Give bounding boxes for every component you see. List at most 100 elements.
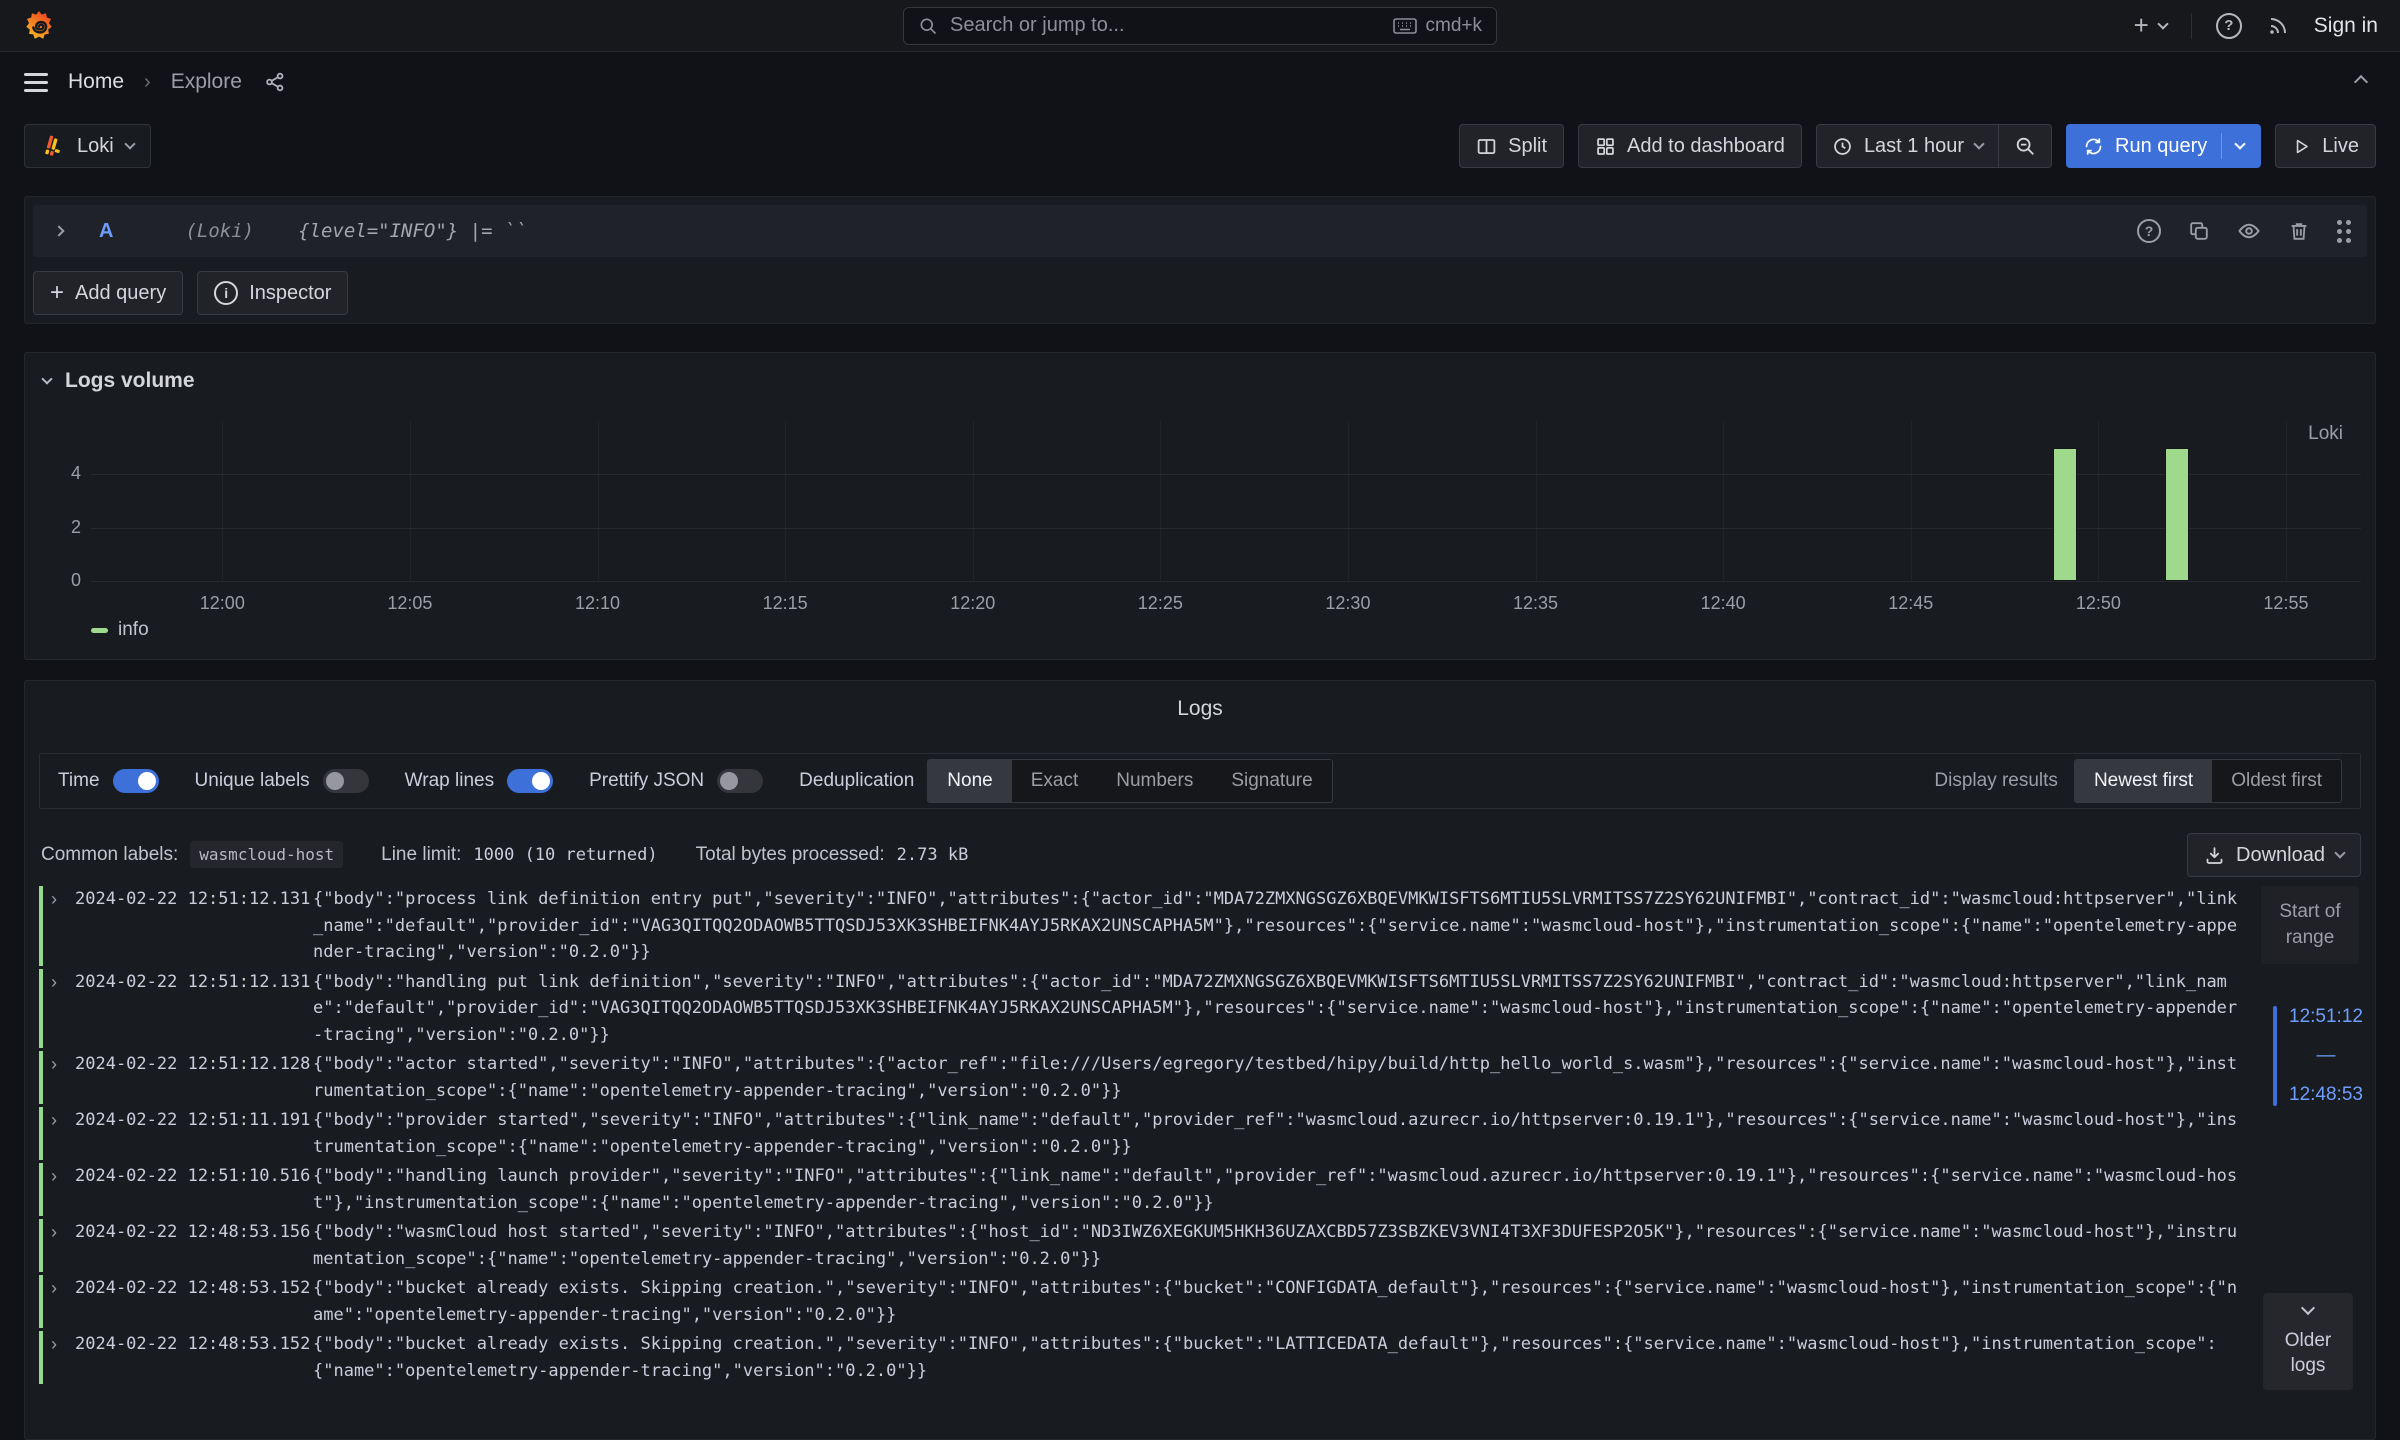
expand-log-row-icon[interactable]: › xyxy=(51,1163,75,1216)
add-to-dashboard-button[interactable]: Add to dashboard xyxy=(1578,124,1802,168)
sign-in-button[interactable]: Sign in xyxy=(2314,14,2378,38)
volume-bar xyxy=(2053,448,2077,581)
dedup-option-signature[interactable]: Signature xyxy=(1212,760,1331,802)
log-row[interactable]: ›2024-02-22 12:48:53.152{"body":"bucket … xyxy=(39,1331,2245,1384)
x-gridline xyxy=(1160,421,1161,581)
search-placeholder: Search or jump to... xyxy=(950,14,1381,37)
play-icon xyxy=(2292,137,2311,156)
total-bytes-value: 2.73 kB xyxy=(897,845,969,865)
zoom-out-time-button[interactable] xyxy=(1998,125,2051,167)
start-of-range-label: Start of range xyxy=(2261,886,2359,964)
sync-icon xyxy=(2083,136,2104,157)
prettify-json-toggle[interactable] xyxy=(717,769,763,793)
expand-log-row-icon[interactable]: › xyxy=(51,969,75,1049)
time-range-picker[interactable]: Last 1 hour xyxy=(1817,125,1998,167)
remove-query-icon[interactable] xyxy=(2288,220,2310,242)
download-icon xyxy=(2204,845,2225,866)
display-results-group: Display results Newest first Oldest firs… xyxy=(1934,759,2342,803)
time-toggle[interactable] xyxy=(113,769,159,793)
log-timestamp: 2024-02-22 12:51:12.131 xyxy=(75,969,313,1049)
common-labels-value: wasmcloud-host xyxy=(190,841,343,868)
legend-item-info[interactable]: info xyxy=(91,619,149,641)
log-timestamp: 2024-02-22 12:51:12.131 xyxy=(75,886,313,966)
x-axis-tick: 12:05 xyxy=(365,593,455,614)
legend-label: info xyxy=(118,619,149,641)
drag-handle-icon[interactable] xyxy=(2337,220,2351,243)
range-to: 12:48:53 xyxy=(2289,1084,2363,1106)
split-button[interactable]: Split xyxy=(1459,124,1564,168)
help-button[interactable]: ? xyxy=(2216,13,2242,39)
log-row[interactable]: ›2024-02-22 12:51:12.131{"body":"handlin… xyxy=(39,969,2245,1049)
log-timestamp: 2024-02-22 12:48:53.152 xyxy=(75,1331,313,1384)
top-nav: Search or jump to... cmd+k + ? Sign in xyxy=(0,0,2400,52)
dedup-option-numbers[interactable]: Numbers xyxy=(1097,760,1212,802)
log-line: {"body":"actor started","severity":"INFO… xyxy=(313,1051,2245,1104)
range-bar xyxy=(2273,1006,2277,1106)
logs-volume-chart: 02412:0012:0512:1012:1512:2012:2512:3012… xyxy=(91,421,2361,581)
breadcrumb-separator-icon: › xyxy=(144,71,151,94)
volume-bar xyxy=(2165,448,2189,581)
query-help-icon[interactable]: ? xyxy=(2137,219,2161,243)
older-logs-button[interactable]: Older logs xyxy=(2263,1293,2353,1390)
total-bytes: Total bytes processed: 2.73 kB xyxy=(696,844,969,866)
log-line: {"body":"provider started","severity":"I… xyxy=(313,1107,2245,1160)
breadcrumb-home[interactable]: Home xyxy=(68,70,124,94)
wrap-lines-toggle[interactable] xyxy=(507,769,553,793)
x-axis-tick: 12:20 xyxy=(928,593,1018,614)
deduplication-group: Deduplication None Exact Numbers Signatu… xyxy=(799,759,1333,803)
log-row[interactable]: ›2024-02-22 12:51:12.131{"body":"process… xyxy=(39,886,2245,966)
x-gridline xyxy=(785,421,786,581)
share-icon[interactable] xyxy=(264,71,286,93)
menu-toggle-button[interactable] xyxy=(24,73,48,92)
expand-query-icon[interactable] xyxy=(55,222,63,240)
time-range-group: Last 1 hour xyxy=(1816,124,2052,168)
toggle-time: Time xyxy=(58,769,159,793)
logs-volume-header[interactable]: Logs volume xyxy=(43,369,195,393)
expand-log-row-icon[interactable]: › xyxy=(51,1331,75,1384)
logs-volume-panel: Logs volume Loki 02412:0012:0512:1012:15… xyxy=(24,352,2376,660)
query-row[interactable]: A (Loki) {level="INFO"} |= `` ? xyxy=(33,205,2367,257)
inspector-button[interactable]: i Inspector xyxy=(197,271,348,315)
x-axis-tick: 12:55 xyxy=(2241,593,2331,614)
chevron-down-icon[interactable] xyxy=(2235,138,2246,149)
datasource-picker[interactable]: Loki xyxy=(24,124,151,168)
grafana-logo[interactable] xyxy=(22,9,56,43)
log-row[interactable]: ›2024-02-22 12:48:53.152{"body":"bucket … xyxy=(39,1275,2245,1328)
expand-log-row-icon[interactable]: › xyxy=(51,1275,75,1328)
log-row[interactable]: ›2024-02-22 12:51:10.516{"body":"handlin… xyxy=(39,1163,2245,1216)
chevron-down-icon xyxy=(2157,18,2168,29)
expand-log-row-icon[interactable]: › xyxy=(51,1107,75,1160)
log-row[interactable]: ›2024-02-22 12:48:53.156{"body":"wasmClo… xyxy=(39,1219,2245,1272)
log-row[interactable]: ›2024-02-22 12:51:12.128{"body":"actor s… xyxy=(39,1051,2245,1104)
order-option-newest-first[interactable]: Newest first xyxy=(2075,760,2212,802)
collapse-chrome-button[interactable] xyxy=(2346,67,2376,98)
dedup-option-none[interactable]: None xyxy=(928,760,1011,802)
copy-query-icon[interactable] xyxy=(2188,220,2210,242)
expand-log-row-icon[interactable]: › xyxy=(51,886,75,966)
breadcrumb-current: Explore xyxy=(171,70,242,94)
news-rss-button[interactable] xyxy=(2266,14,2290,38)
x-gridline xyxy=(2098,421,2099,581)
range-from: 12:51:12 xyxy=(2289,1006,2363,1028)
search-icon xyxy=(918,16,938,36)
run-query-button[interactable]: Run query xyxy=(2066,124,2261,168)
loki-logo-icon xyxy=(41,134,65,158)
add-query-button[interactable]: + Add query xyxy=(33,271,183,315)
dedup-option-exact[interactable]: Exact xyxy=(1012,760,1098,802)
order-option-oldest-first[interactable]: Oldest first xyxy=(2212,760,2341,802)
search-input[interactable]: Search or jump to... cmd+k xyxy=(903,7,1497,45)
hide-response-icon[interactable] xyxy=(2237,219,2261,243)
unique-labels-toggle[interactable] xyxy=(323,769,369,793)
divider xyxy=(2191,13,2192,39)
line-limit-value: 1000 (10 returned) xyxy=(473,845,657,865)
range-indicator[interactable]: 12:51:12 — 12:48:53 xyxy=(2273,1006,2363,1106)
log-timestamp: 2024-02-22 12:51:11.191 xyxy=(75,1107,313,1160)
expand-log-row-icon[interactable]: › xyxy=(51,1219,75,1272)
datasource-name: Loki xyxy=(77,135,114,158)
live-button[interactable]: Live xyxy=(2275,124,2376,168)
expand-log-row-icon[interactable]: › xyxy=(51,1051,75,1104)
download-button[interactable]: Download xyxy=(2187,833,2361,877)
log-row[interactable]: ›2024-02-22 12:51:11.191{"body":"provide… xyxy=(39,1107,2245,1160)
legend-swatch xyxy=(91,628,108,633)
new-menu-button[interactable]: + xyxy=(2134,10,2167,41)
